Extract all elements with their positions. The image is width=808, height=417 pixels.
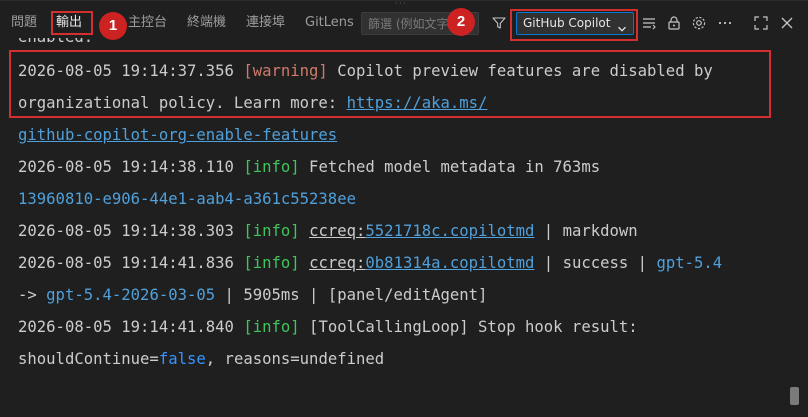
list-icon[interactable]: [640, 14, 658, 32]
ccreq-link[interactable]: 5521718c.copilotmd: [365, 222, 534, 240]
output-scrollbar[interactable]: [786, 38, 802, 417]
log-line-ccreq-markdown: 2026-08-05 19:14:38.303 [info] ccreq:552…: [18, 222, 638, 240]
more-icon[interactable]: [716, 14, 734, 32]
tab-gitlens[interactable]: GitLens: [305, 8, 354, 38]
log-line-info-metadata: 2026-08-05 19:14:38.110 [info] Fetched m…: [18, 158, 601, 176]
ccreq-link[interactable]: 0b81314a.copilotmd: [365, 254, 534, 272]
log-level-info: [info]: [243, 222, 300, 240]
tab-debug-console[interactable]: 主控台: [128, 8, 167, 38]
log-line-model-cont: -> gpt-5.4-2026-03-05 | 5905ms | [panel/…: [18, 286, 488, 304]
learn-more-link-cont[interactable]: github-copilot-org-enable-features: [18, 126, 337, 144]
maximize-icon[interactable]: [752, 14, 770, 32]
log-line-warning-link: github-copilot-org-enable-features: [18, 124, 337, 146]
annotation-box-output-tab: [51, 11, 93, 35]
annotation-badge-2: 2: [447, 8, 475, 36]
boolean-false: false: [158, 350, 206, 368]
scrollbar-thumb[interactable]: [790, 387, 799, 405]
tab-terminal[interactable]: 終端機: [187, 8, 226, 38]
tab-problems[interactable]: 問題: [11, 8, 37, 38]
log-line-stop-hook-cont: shouldContinue=false, reasons=undefined: [18, 350, 385, 368]
model-name: gpt-5.4: [656, 254, 723, 272]
annotation-box-channel: [510, 9, 638, 41]
log-line-cut: enabled.: [18, 38, 93, 48]
log-line-request-id: 13960810-e906-44e1-aab4-a361c55238ee: [18, 188, 356, 210]
annotation-box-warning: [9, 50, 771, 118]
log-line-ccreq-success: 2026-08-05 19:14:41.836 [info] ccreq:0b8…: [18, 254, 723, 272]
panel-drag-handle[interactable]: ···: [395, 0, 407, 9]
annotation-badge-1: 1: [99, 12, 127, 40]
model-version: gpt-5.4-2026-03-05: [46, 286, 216, 304]
log-level-info: [info]: [243, 254, 300, 272]
gear-icon[interactable]: [690, 14, 708, 32]
filter-icon[interactable]: [491, 15, 507, 31]
request-id: 13960810-e906-44e1-aab4-a361c55238ee: [18, 190, 356, 208]
log-level-info: [info]: [243, 318, 300, 336]
tab-ports[interactable]: 連接埠: [246, 8, 285, 38]
log-level-info: [info]: [243, 158, 300, 176]
lock-icon[interactable]: [665, 14, 683, 32]
close-icon[interactable]: [778, 14, 796, 32]
log-line-stop-hook: 2026-08-05 19:14:41.840 [info] [ToolCall…: [18, 318, 638, 336]
